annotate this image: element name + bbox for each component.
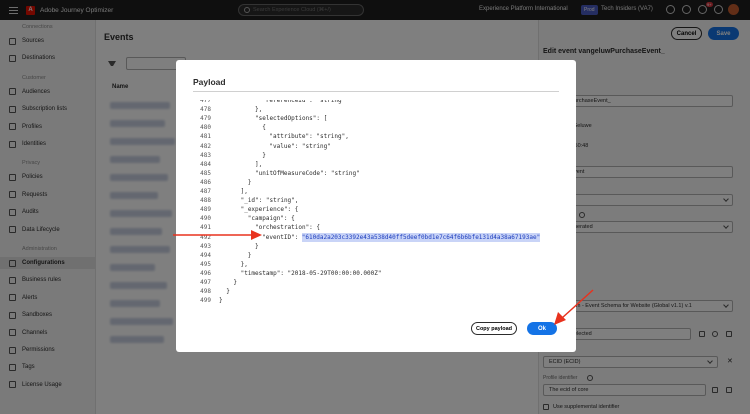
copy-payload-button[interactable]: Copy payload bbox=[471, 322, 517, 335]
code-text: ], bbox=[255, 160, 263, 168]
code-line: 490 "campaign": { bbox=[193, 214, 559, 223]
code-text: "selectedOptions": [ bbox=[255, 115, 328, 123]
code-text: } bbox=[262, 151, 266, 159]
line-number: 485 bbox=[200, 169, 211, 177]
code-line: 478}, bbox=[193, 105, 559, 114]
modal-title: Payload bbox=[193, 77, 226, 87]
code-text: }, bbox=[240, 260, 248, 268]
code-text: } bbox=[233, 279, 238, 286]
code-line: 483} bbox=[193, 151, 559, 160]
line-number: 497 bbox=[200, 279, 211, 286]
line-number: 494 bbox=[200, 251, 211, 259]
code-line: 480 { bbox=[193, 123, 559, 132]
line-number: 491 bbox=[200, 224, 211, 232]
code-text: "value": "string" bbox=[269, 142, 331, 150]
line-number: 478 bbox=[200, 106, 211, 114]
modal-divider bbox=[193, 91, 559, 92]
code-text: } bbox=[255, 242, 259, 250]
code-line: 482 "value": "string" bbox=[193, 142, 559, 151]
code-text: "campaign": { bbox=[247, 215, 295, 223]
line-number: 487 bbox=[200, 188, 211, 195]
code-text: "orchestration": { bbox=[255, 224, 321, 232]
code-line: 493} bbox=[193, 242, 559, 251]
ok-button[interactable]: Ok bbox=[527, 322, 557, 335]
code-line: 487], bbox=[193, 187, 559, 196]
code-text: "_id": "string", bbox=[240, 197, 299, 205]
line-number: 479 bbox=[200, 115, 211, 123]
line-number: 499 bbox=[200, 297, 211, 305]
code-line: 481 "attribute": "string", bbox=[193, 132, 559, 141]
code-text: { bbox=[262, 124, 266, 132]
line-number: 498 bbox=[200, 288, 211, 296]
code-line: 497} bbox=[193, 278, 559, 287]
line-number: 493 bbox=[200, 242, 211, 250]
code-line: 499} bbox=[193, 296, 559, 305]
line-number: 486 bbox=[200, 178, 211, 186]
payload-modal: Payload 477 "referenceId": "string" 478}, 4… bbox=[176, 60, 576, 352]
code-text: } bbox=[226, 288, 230, 296]
line-number: 489 bbox=[200, 206, 211, 214]
code-line: 484], bbox=[193, 160, 559, 169]
highlighted-event-id[interactable]: "610da2a203c3392e43a538d40ff5deef0bd1e7c… bbox=[301, 232, 541, 242]
code-line: 495}, bbox=[193, 260, 559, 269]
code-line: 491 "orchestration": { bbox=[193, 223, 559, 232]
code-text: "attribute": "string", bbox=[269, 133, 349, 141]
line-number: 495 bbox=[200, 260, 211, 268]
code-text: ], bbox=[240, 188, 248, 195]
code-line: 492 "eventID": "610da2a203c3392e43a538d40… bbox=[193, 232, 559, 242]
code-line: 485 "unitOfMeasureCode": "string" bbox=[193, 169, 559, 178]
code-line: 488 "_id": "string", bbox=[193, 196, 559, 205]
code-line: 486} bbox=[193, 178, 559, 187]
line-number: 484 bbox=[200, 160, 211, 168]
code-text: "eventID": bbox=[262, 233, 302, 241]
code-line: 494} bbox=[193, 251, 559, 260]
code-text: } bbox=[247, 251, 252, 259]
line-number: 496 bbox=[200, 269, 211, 277]
payload-code-viewer[interactable]: 477 "referenceId": "string" 478}, 479 "selec… bbox=[193, 100, 559, 308]
line-number: 483 bbox=[200, 151, 211, 159]
line-number: 490 bbox=[200, 215, 211, 223]
code-text: } bbox=[247, 178, 252, 186]
code-text: "timestamp": "2018-05-29T00:00:00.000Z" bbox=[240, 269, 382, 277]
code-line: 496 "timestamp": "2018-05-29T00:00:00.000… bbox=[193, 269, 559, 278]
line-number: 482 bbox=[200, 142, 211, 150]
line-number: 480 bbox=[200, 124, 211, 132]
line-number: 492 bbox=[200, 233, 211, 241]
code-text: }, bbox=[255, 106, 263, 114]
code-line: 498} bbox=[193, 287, 559, 296]
code-line: 479 "selectedOptions": [ bbox=[193, 114, 559, 123]
code-line: 489 "_experience": { bbox=[193, 205, 559, 214]
code-text: } bbox=[219, 297, 223, 305]
code-text: "_experience": { bbox=[240, 206, 299, 214]
line-number: 488 bbox=[200, 197, 211, 205]
code-text: "unitOfMeasureCode": "string" bbox=[255, 169, 360, 177]
line-number: 481 bbox=[200, 133, 211, 141]
